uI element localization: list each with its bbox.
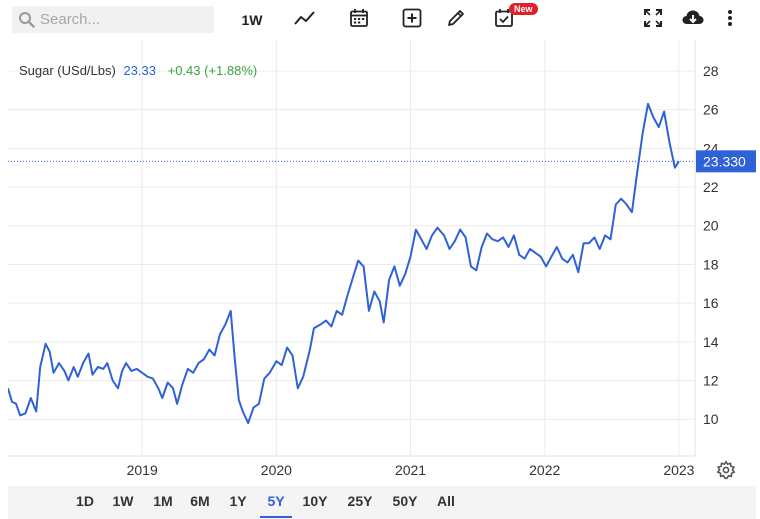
price-chart[interactable]: 101214161820222426282019 2020 2021 2022 2023… <box>7 40 757 486</box>
fullscreen-button[interactable] <box>641 6 665 34</box>
interval-label: 1W <box>241 12 263 28</box>
range-1d[interactable]: 1D <box>72 493 98 518</box>
search-icon <box>18 11 36 34</box>
chart-area[interactable]: 10 12 14 16 18 20 22 24 26 28 2019 2020 2021 2022 2023… <box>7 40 757 486</box>
y-tick-label: 28 <box>703 63 719 79</box>
draw-button[interactable] <box>444 6 468 34</box>
x-tick-label: 2021 <box>395 462 426 478</box>
y-tick-label: 22 <box>703 179 719 195</box>
x-tick-label: 2020 <box>261 462 292 478</box>
gear-icon <box>716 460 736 484</box>
range-1y[interactable]: 1Y <box>227 493 249 518</box>
cloud-download-icon <box>681 8 705 33</box>
y-tick-label: 10 <box>703 411 719 427</box>
range-6m[interactable]: 6M <box>187 493 213 518</box>
settings-button[interactable] <box>716 460 736 485</box>
y-tick-label: 12 <box>703 373 719 389</box>
date-range-button[interactable] <box>347 6 371 34</box>
price-change: +0.43 (+1.88%) <box>167 63 258 78</box>
y-tick-label: 16 <box>703 295 719 311</box>
y-tick-label: 26 <box>703 102 719 118</box>
download-button[interactable] <box>680 6 706 34</box>
y-tick-label: 20 <box>703 218 719 234</box>
line-chart-icon <box>294 9 316 32</box>
add-icon <box>402 8 422 33</box>
interval-button[interactable]: 1W <box>238 6 266 34</box>
chart-type-button[interactable] <box>292 6 318 34</box>
range-all[interactable]: All <box>433 493 459 518</box>
range-25y[interactable]: 25Y <box>344 493 376 518</box>
range-1w[interactable]: 1W <box>109 493 137 518</box>
add-indicator-button[interactable] <box>400 6 424 34</box>
range-1m[interactable]: 1M <box>148 493 178 518</box>
y-tick-label: 14 <box>703 334 719 350</box>
new-badge: New <box>509 3 538 15</box>
more-button[interactable] <box>720 6 740 34</box>
more-icon <box>727 8 733 33</box>
calendar-icon <box>349 8 369 33</box>
range-selector: 1D 1W 1M 6M 1Y 5Y 10Y 25Y 50Y All <box>8 486 756 519</box>
search-input[interactable] <box>40 9 208 30</box>
y-tick-label: 18 <box>703 256 719 272</box>
chart-legend: Sugar (USd/Lbs) 23.33 +0.43 (+1.88%) <box>19 63 257 78</box>
pencil-icon <box>446 8 466 33</box>
x-tick-label: 2023 <box>663 462 694 478</box>
search-box[interactable] <box>12 6 214 33</box>
range-10y[interactable]: 10Y <box>300 493 330 518</box>
fullscreen-icon <box>643 8 663 33</box>
x-tick-label: 2022 <box>529 462 560 478</box>
symbol-name: Sugar (USd/Lbs) <box>19 63 116 78</box>
last-price: 23.33 <box>123 63 156 78</box>
range-5y[interactable]: 5Y <box>260 493 292 518</box>
x-tick-label: 2019 <box>127 462 158 478</box>
range-50y[interactable]: 50Y <box>388 493 422 518</box>
last-price-tag-label: 23.330 <box>703 153 746 169</box>
toolbar: 1W New <box>0 0 760 40</box>
